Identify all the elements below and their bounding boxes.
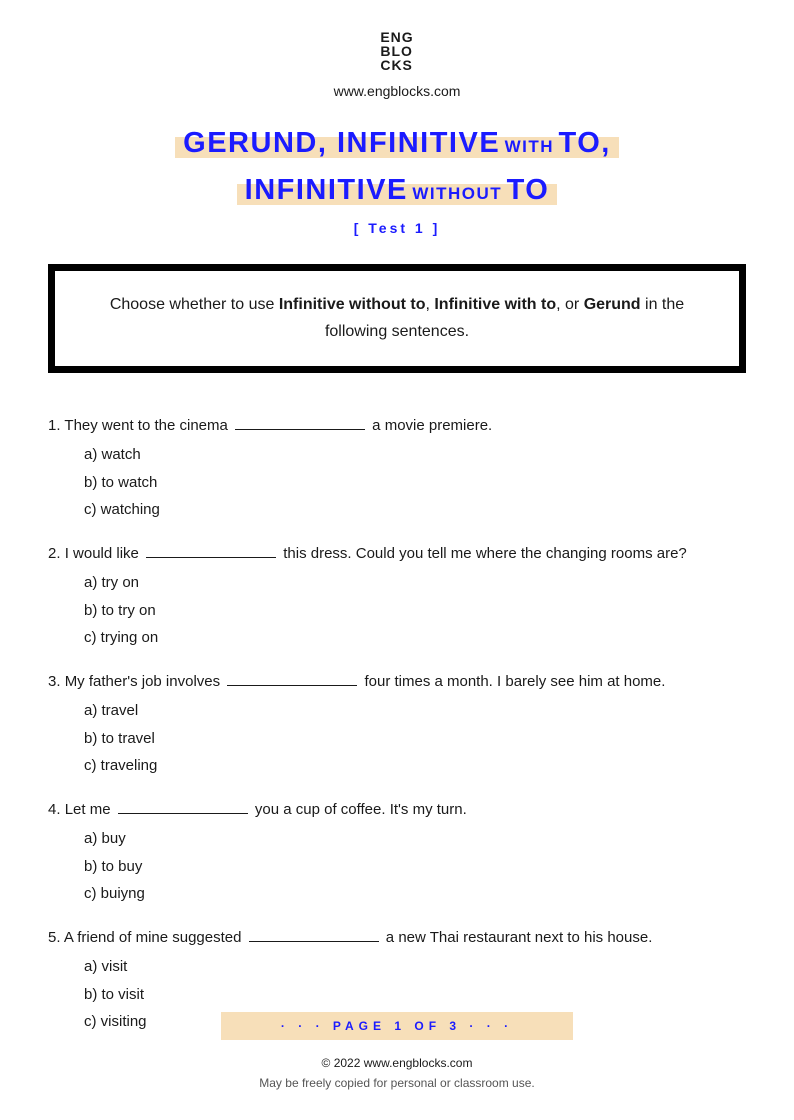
option-a: a) watch <box>84 442 746 468</box>
title-big-2: TO <box>559 127 602 159</box>
option-a: a) travel <box>84 698 746 724</box>
question-number: 4. <box>48 801 61 818</box>
question-3: 3. My father's job involves four times a… <box>48 669 746 779</box>
question-text: 3. My father's job involves four times a… <box>48 669 746 695</box>
pager-label: PAGE <box>333 1019 394 1033</box>
title-small-1: WITH <box>505 137 554 156</box>
question-after: this dress. Could you tell me where the … <box>279 545 687 562</box>
pager-current: 1 <box>394 1019 406 1033</box>
option-a: a) visit <box>84 954 746 980</box>
options: a) try on b) to try on c) trying on <box>48 570 746 651</box>
question-text: 5. A friend of mine suggested a new Thai… <box>48 925 746 951</box>
option-b: b) to travel <box>84 726 746 752</box>
title-big-3: INFINITIVE <box>245 174 408 206</box>
title-big-4: TO <box>507 174 550 206</box>
option-a: a) try on <box>84 570 746 596</box>
instruction-box: Choose whether to use Infinitive without… <box>48 264 746 372</box>
question-after: a movie premiere. <box>368 417 492 434</box>
option-b: b) to try on <box>84 598 746 624</box>
title-small-2: WITHOUT <box>412 184 502 203</box>
title-comma: , <box>601 127 611 159</box>
title-block: GERUND, INFINITIVE WITH TO, INFINITIVE W… <box>48 123 746 236</box>
question-2: 2. I would like this dress. Could you te… <box>48 541 746 651</box>
pager-total: 3 <box>449 1019 461 1033</box>
option-a: a) buy <box>84 826 746 852</box>
options: a) travel b) to travel c) traveling <box>48 698 746 779</box>
question-text: 1. They went to the cinema a movie premi… <box>48 413 746 439</box>
question-number: 3. <box>48 673 61 690</box>
question-before: They went to the cinema <box>64 417 232 434</box>
question-text: 2. I would like this dress. Could you te… <box>48 541 746 567</box>
question-before: My father's job involves <box>65 673 225 690</box>
website-url: www.engblocks.com <box>48 83 746 99</box>
instruction-pre: Choose whether to use <box>110 296 279 313</box>
logo-line-3: CKS <box>380 58 413 72</box>
question-1: 1. They went to the cinema a movie premi… <box>48 413 746 523</box>
title-line-2: INFINITIVE WITHOUT TO <box>237 170 558 211</box>
question-number: 5. <box>48 929 61 946</box>
question-number: 1. <box>48 417 61 434</box>
logo: ENG BLO CKS <box>380 30 413 72</box>
instruction-bold-3: Gerund <box>584 296 641 313</box>
footer: · · · PAGE 1 OF 3 · · · © 2022 www.engbl… <box>0 1012 794 1090</box>
pager-dots-right: · · · <box>461 1019 513 1033</box>
title-highlight-2: INFINITIVE WITHOUT TO <box>237 184 558 205</box>
question-before: I would like <box>65 545 143 562</box>
blank-line <box>146 543 276 558</box>
question-before: Let me <box>65 801 115 818</box>
blank-line <box>249 927 379 942</box>
pager-dots-left: · · · <box>281 1019 333 1033</box>
question-4: 4. Let me you a cup of coffee. It's my t… <box>48 797 746 907</box>
option-c: c) buiyng <box>84 881 746 907</box>
options: a) watch b) to watch c) watching <box>48 442 746 523</box>
title-highlight-1: GERUND, INFINITIVE WITH TO, <box>175 137 619 158</box>
option-b: b) to watch <box>84 470 746 496</box>
question-after: a new Thai restaurant next to his house. <box>382 929 653 946</box>
instruction-bold-1: Infinitive without to <box>279 296 426 313</box>
logo-line-2: BLO <box>380 44 413 58</box>
license: May be freely copied for personal or cla… <box>0 1076 794 1090</box>
pager: · · · PAGE 1 OF 3 · · · <box>221 1012 573 1040</box>
questions-list: 1. They went to the cinema a movie premi… <box>48 413 746 1035</box>
header: ENG BLO CKS www.engblocks.com <box>48 30 746 99</box>
option-c: c) traveling <box>84 753 746 779</box>
question-before: A friend of mine suggested <box>64 929 246 946</box>
blank-line <box>227 671 357 686</box>
pager-of: OF <box>406 1019 449 1033</box>
option-c: c) trying on <box>84 625 746 651</box>
option-b: b) to buy <box>84 854 746 880</box>
question-after: you a cup of coffee. It's my turn. <box>251 801 467 818</box>
question-number: 2. <box>48 545 61 562</box>
instruction-mid-2: , or <box>556 296 584 313</box>
subtitle: [ Test 1 ] <box>48 220 746 236</box>
instruction-bold-2: Infinitive with to <box>434 296 556 313</box>
option-b: b) to visit <box>84 982 746 1008</box>
title-big-1: GERUND, INFINITIVE <box>183 127 500 159</box>
blank-line <box>235 415 365 430</box>
blank-line <box>118 799 248 814</box>
options: a) buy b) to buy c) buiyng <box>48 826 746 907</box>
question-after: four times a month. I barely see him at … <box>360 673 665 690</box>
title-line-1: GERUND, INFINITIVE WITH TO, <box>175 123 619 164</box>
question-text: 4. Let me you a cup of coffee. It's my t… <box>48 797 746 823</box>
option-c: c) watching <box>84 497 746 523</box>
copyright: © 2022 www.engblocks.com <box>0 1056 794 1070</box>
logo-line-1: ENG <box>380 30 413 44</box>
